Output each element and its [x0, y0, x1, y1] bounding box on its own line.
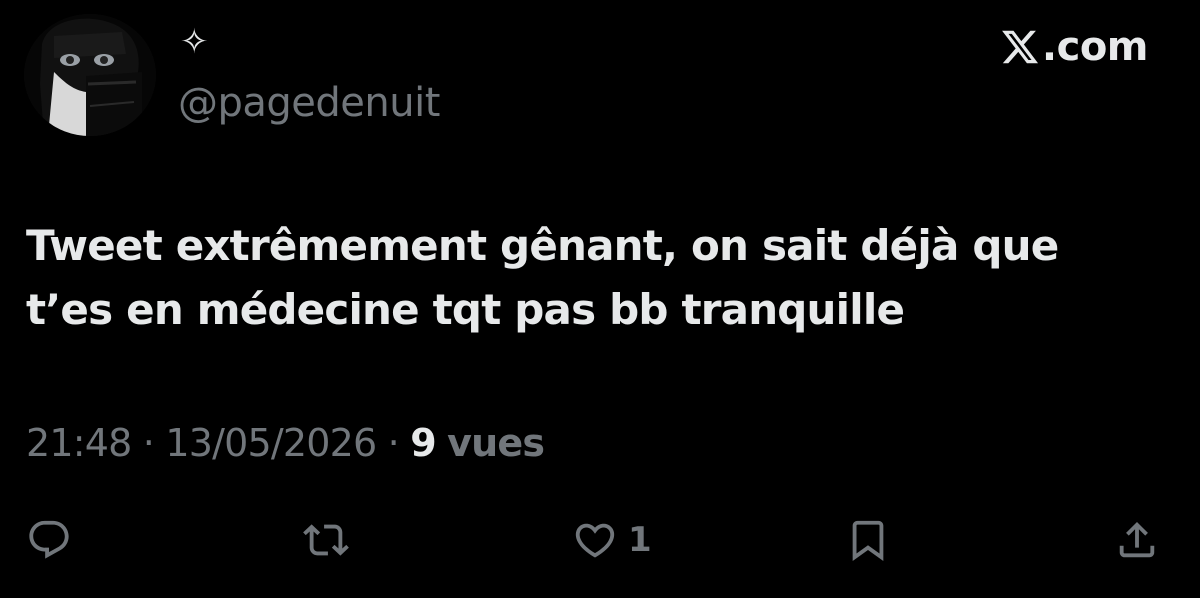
- like-button[interactable]: 1: [572, 510, 652, 570]
- tweet-date[interactable]: 13/05/2026: [165, 421, 377, 465]
- display-name[interactable]: ✧: [180, 22, 209, 62]
- meta-separator: ·: [142, 421, 155, 465]
- avatar-image: [24, 14, 156, 136]
- x-logo-icon: [1002, 30, 1038, 64]
- views-count: 9: [410, 421, 436, 465]
- handle[interactable]: @pagedenuit: [178, 80, 440, 126]
- share-icon: [1119, 521, 1155, 558]
- meta-separator: ·: [387, 421, 400, 465]
- reply-icon: [29, 520, 69, 559]
- bookmark-button[interactable]: [845, 510, 891, 570]
- action-bar: 1: [0, 510, 1200, 570]
- brand-watermark: .com: [1000, 22, 1149, 72]
- views-label: vues: [447, 421, 545, 465]
- share-button[interactable]: [1114, 510, 1160, 570]
- tweet-text: Tweet extrêmement gênant, on sait déjà q…: [26, 221, 1059, 334]
- reply-button[interactable]: [26, 510, 72, 570]
- tweet-meta: 21:48 · 13/05/2026 · 9 vues: [26, 420, 545, 466]
- brand-domain: .com: [1041, 24, 1149, 70]
- avatar[interactable]: [24, 14, 156, 136]
- bookmark-icon: [852, 520, 884, 561]
- like-count: 1: [628, 520, 652, 560]
- heart-icon: [575, 523, 615, 558]
- repost-button[interactable]: [303, 510, 349, 570]
- repost-icon: [303, 524, 349, 556]
- tweet-time[interactable]: 21:48: [26, 421, 132, 465]
